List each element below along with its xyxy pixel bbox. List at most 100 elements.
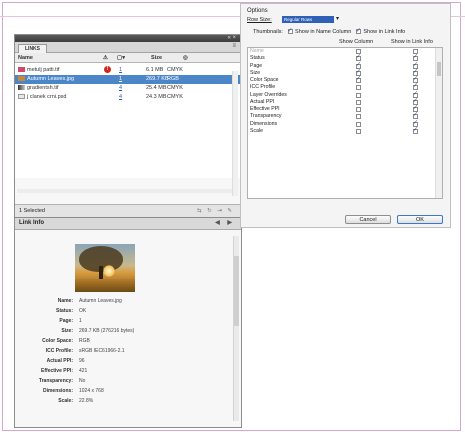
show-column-checkbox[interactable] (356, 76, 361, 83)
link-color-space: CMYK (167, 67, 183, 73)
property-key: Size: (61, 328, 73, 334)
link-color-space: CMYK (167, 94, 183, 100)
missing-link-warning-icon[interactable]: ! (104, 66, 111, 73)
property-row: Scale: 22.8% (15, 396, 233, 406)
links-scrollbar[interactable] (232, 71, 238, 196)
property-value: No (79, 378, 86, 384)
show-column-checkbox[interactable] (356, 92, 361, 98)
show-in-link-info-checkbox[interactable] (413, 83, 418, 91)
file-thumb-icon (18, 67, 25, 73)
page-column-icon[interactable]: ▢▾ (117, 54, 125, 62)
option-name: Effective PPI (250, 106, 280, 112)
show-in-link-info-checkbox[interactable] (413, 54, 418, 62)
property-value: sRGB IEC61966-2.1 (79, 348, 125, 354)
show-column-header: Show Column (339, 39, 374, 45)
property-row: Page: 1 (15, 316, 233, 326)
options-list: NameStatusPageSizeColor SpaceICC Profile… (247, 47, 443, 199)
property-value: RGB (79, 338, 90, 344)
show-column-checkbox[interactable] (356, 54, 361, 62)
show-in-link-info-checkbox[interactable] (413, 76, 418, 83)
list-item[interactable]: metulj patti.tif ! 1 6.1 MB CMYK (15, 66, 240, 75)
dialog-title: Options (247, 8, 268, 14)
list-item[interactable]: Autumn Leaves.jpg 1 269.7 KB RGB (15, 75, 240, 84)
show-column-checkbox[interactable] (356, 99, 361, 105)
option-name: Size (250, 69, 261, 76)
property-key: Effective PPI: (41, 368, 73, 374)
cancel-button[interactable]: Cancel (345, 215, 391, 224)
show-in-link-info-checkbox[interactable] (413, 49, 418, 54)
link-size: 24.3 MB (146, 94, 167, 100)
property-row: Dimensions: 1024 x 768 (15, 386, 233, 396)
property-value: Autumn Leaves.jpg (79, 298, 122, 304)
link-page[interactable]: 1 (119, 75, 122, 84)
show-in-link-info-checkbox[interactable] (413, 127, 418, 134)
options-row: Scale (248, 127, 442, 135)
link-info-scrollbar[interactable] (233, 236, 239, 421)
column-size[interactable]: Size (151, 54, 162, 62)
thumb-name-column-checkbox[interactable] (287, 27, 293, 35)
link-name: metulj patti.tif (27, 67, 60, 73)
show-column-checkbox[interactable] (356, 69, 361, 76)
show-in-link-info-checkbox[interactable] (413, 62, 418, 69)
link-name: Autumn Leaves.jpg (27, 76, 75, 82)
link-info-nav-icon[interactable]: ◀ ▶ (215, 218, 235, 229)
show-column-checkbox[interactable] (356, 62, 361, 69)
row-size-select[interactable]: Regular Rows (282, 16, 334, 23)
link-page[interactable]: 4 (119, 84, 122, 93)
option-name: ICC Profile (250, 84, 276, 91)
thumbnails-row: Thumbnails: Show in Name Column Show in … (253, 27, 405, 35)
color-space-column-icon[interactable]: ◎ (183, 54, 188, 62)
show-link-info-header: Show in Link Info (391, 39, 433, 45)
link-size: 6.1 MB (146, 67, 164, 73)
warning-column-icon[interactable]: ⚠ (103, 54, 108, 62)
show-column-checkbox[interactable] (356, 128, 361, 134)
links-action-icons[interactable]: ⇆ ↻ ⇥ ✎ (197, 205, 234, 217)
column-name[interactable]: Name (18, 54, 33, 62)
show-in-link-info-checkbox[interactable] (413, 120, 418, 127)
panel-menu-icon[interactable]: ≡ (232, 43, 236, 49)
property-value: 269.7 KB (276216 bytes) (79, 328, 135, 334)
ok-button[interactable]: OK (397, 215, 443, 224)
file-thumb-icon (18, 94, 25, 100)
property-key: Name: (57, 298, 73, 304)
links-horizontal-scrollbar[interactable] (17, 189, 232, 193)
show-in-link-info-checkbox[interactable] (413, 105, 418, 112)
show-column-checkbox[interactable] (356, 114, 361, 120)
property-row: Status: OK (15, 306, 233, 316)
link-page[interactable]: 1 (119, 66, 122, 75)
panel-controls[interactable]: « × (227, 35, 236, 42)
links-column-header: Name ⚠ ▢▾ Size ◎ (15, 53, 240, 63)
show-in-link-info-checkbox[interactable] (413, 91, 418, 98)
chevron-down-icon[interactable]: ▾ (336, 16, 339, 23)
thumb-link-info-checkbox[interactable] (355, 27, 361, 35)
property-row: ICC Profile: sRGB IEC61966-2.1 (15, 346, 233, 356)
show-column-checkbox[interactable] (356, 85, 361, 91)
option-name: Page (250, 62, 263, 69)
property-row: Size: 269.7 KB (276216 bytes) (15, 326, 233, 336)
selection-count: 1 Selected (19, 208, 45, 214)
list-item[interactable]: j clanek crni.psd 4 24.3 MB CMYK (15, 93, 240, 102)
option-name: Color Space (250, 77, 279, 83)
property-value: 421 (79, 368, 88, 374)
file-thumb-icon (18, 85, 25, 91)
show-in-link-info-checkbox[interactable] (413, 69, 418, 76)
property-row: Color Space: RGB (15, 336, 233, 346)
link-info-properties: Name: Autumn Leaves.jpg Status: OK Page: 1 … (15, 296, 233, 406)
link-page[interactable]: 4 (119, 93, 122, 102)
show-column-checkbox[interactable] (356, 107, 361, 112)
links-panel: « × LINKS ≡ Name ⚠ ▢▾ Size ◎ metulj patt… (14, 34, 241, 218)
panel-options-dialog: Options Row Size: Regular Rows ▾ Thumbna… (240, 3, 451, 228)
thumb-name-column-label: Show in Name Column (295, 29, 352, 35)
list-item[interactable]: gradientsh.tif 4 25.4 MB CMYK (15, 84, 240, 93)
show-column-checkbox[interactable] (356, 121, 361, 127)
show-column-checkbox[interactable] (356, 49, 361, 54)
property-key: Scale: (58, 398, 73, 404)
property-value: 96 (79, 358, 85, 364)
show-in-link-info-checkbox[interactable] (413, 112, 418, 120)
link-color-space: RGB (167, 76, 179, 82)
link-size: 269.7 KB (146, 76, 169, 82)
options-list-scrollbar[interactable] (435, 48, 442, 198)
tab-links[interactable]: LINKS (18, 44, 47, 53)
show-in-link-info-checkbox[interactable] (413, 98, 418, 105)
link-size: 25.4 MB (146, 85, 167, 91)
